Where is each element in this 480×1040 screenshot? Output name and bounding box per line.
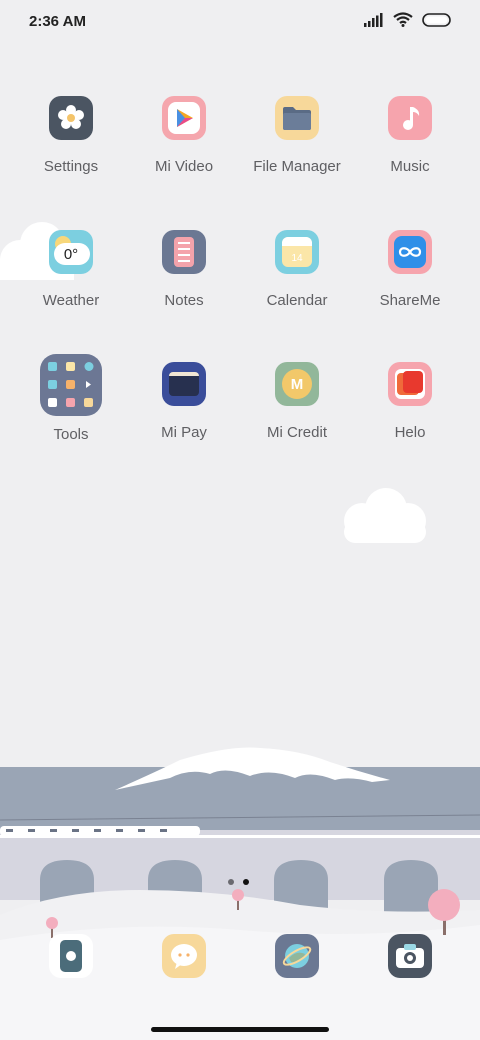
app-notes[interactable]: Notes <box>129 230 239 309</box>
folder-icon <box>275 96 319 140</box>
app-label: Weather <box>42 292 100 309</box>
app-label: Notes <box>164 292 204 309</box>
dock-security[interactable] <box>49 934 93 978</box>
app-music[interactable]: Music <box>355 96 465 175</box>
app-mi-video[interactable]: Mi Video <box>129 96 239 175</box>
weather-temp: 0° <box>63 245 79 263</box>
calendar-day: 14 <box>291 253 303 264</box>
app-weather[interactable]: 0° Weather <box>16 230 126 309</box>
page-dot-active <box>243 879 249 885</box>
app-label: Settings <box>43 158 99 175</box>
app-label: Mi Credit <box>266 424 327 441</box>
browser-icon <box>282 944 312 968</box>
app-label: Calendar <box>266 292 328 309</box>
dock <box>0 934 480 984</box>
battery-icon <box>422 12 451 27</box>
weather-icon: 0° <box>49 230 93 274</box>
app-mi-credit[interactable]: M Mi Credit <box>242 362 352 441</box>
app-calendar[interactable]: 14 Calendar <box>242 230 352 309</box>
mi-video-icon <box>162 96 206 140</box>
app-label: ShareMe <box>379 292 441 309</box>
signal-icon <box>364 12 383 27</box>
app-tools-folder[interactable]: Tools <box>16 354 126 443</box>
camera-icon <box>396 944 424 968</box>
messages-icon <box>171 944 197 969</box>
dock-messages[interactable] <box>162 934 206 978</box>
page-indicator[interactable] <box>228 879 249 885</box>
dock-camera[interactable] <box>388 934 432 978</box>
app-helo[interactable]: Helo <box>355 362 465 441</box>
app-label: Mi Pay <box>161 424 207 441</box>
settings-icon <box>49 96 93 140</box>
app-settings[interactable]: Settings <box>16 96 126 175</box>
dock-browser[interactable] <box>275 934 319 978</box>
home-indicator[interactable] <box>151 1027 329 1032</box>
app-shareme[interactable]: ShareMe <box>355 230 465 309</box>
helo-icon <box>388 362 432 406</box>
status-bar: 2:36 AM <box>0 0 480 44</box>
app-label: Helo <box>394 424 426 441</box>
status-time: 2:36 AM <box>29 13 86 30</box>
infinity-icon <box>388 230 432 274</box>
tools-folder-icon <box>40 354 102 416</box>
app-file-manager[interactable]: File Manager <box>242 96 352 175</box>
calendar-icon: 14 <box>275 230 319 274</box>
wallpaper-scene <box>0 747 480 1040</box>
app-label: Mi Video <box>154 158 214 175</box>
app-mi-pay[interactable]: Mi Pay <box>129 362 239 441</box>
app-label: File Manager <box>253 158 341 175</box>
wallet-icon <box>162 362 206 406</box>
page-dot <box>228 879 234 885</box>
app-label: Music <box>390 158 430 175</box>
app-label: Tools <box>53 426 89 443</box>
wifi-icon <box>393 12 413 27</box>
security-icon <box>60 940 82 972</box>
cloud-decoration <box>344 488 426 543</box>
notes-icon <box>162 230 206 274</box>
music-note-icon <box>388 96 432 140</box>
mi-credit-icon: M <box>275 362 319 406</box>
